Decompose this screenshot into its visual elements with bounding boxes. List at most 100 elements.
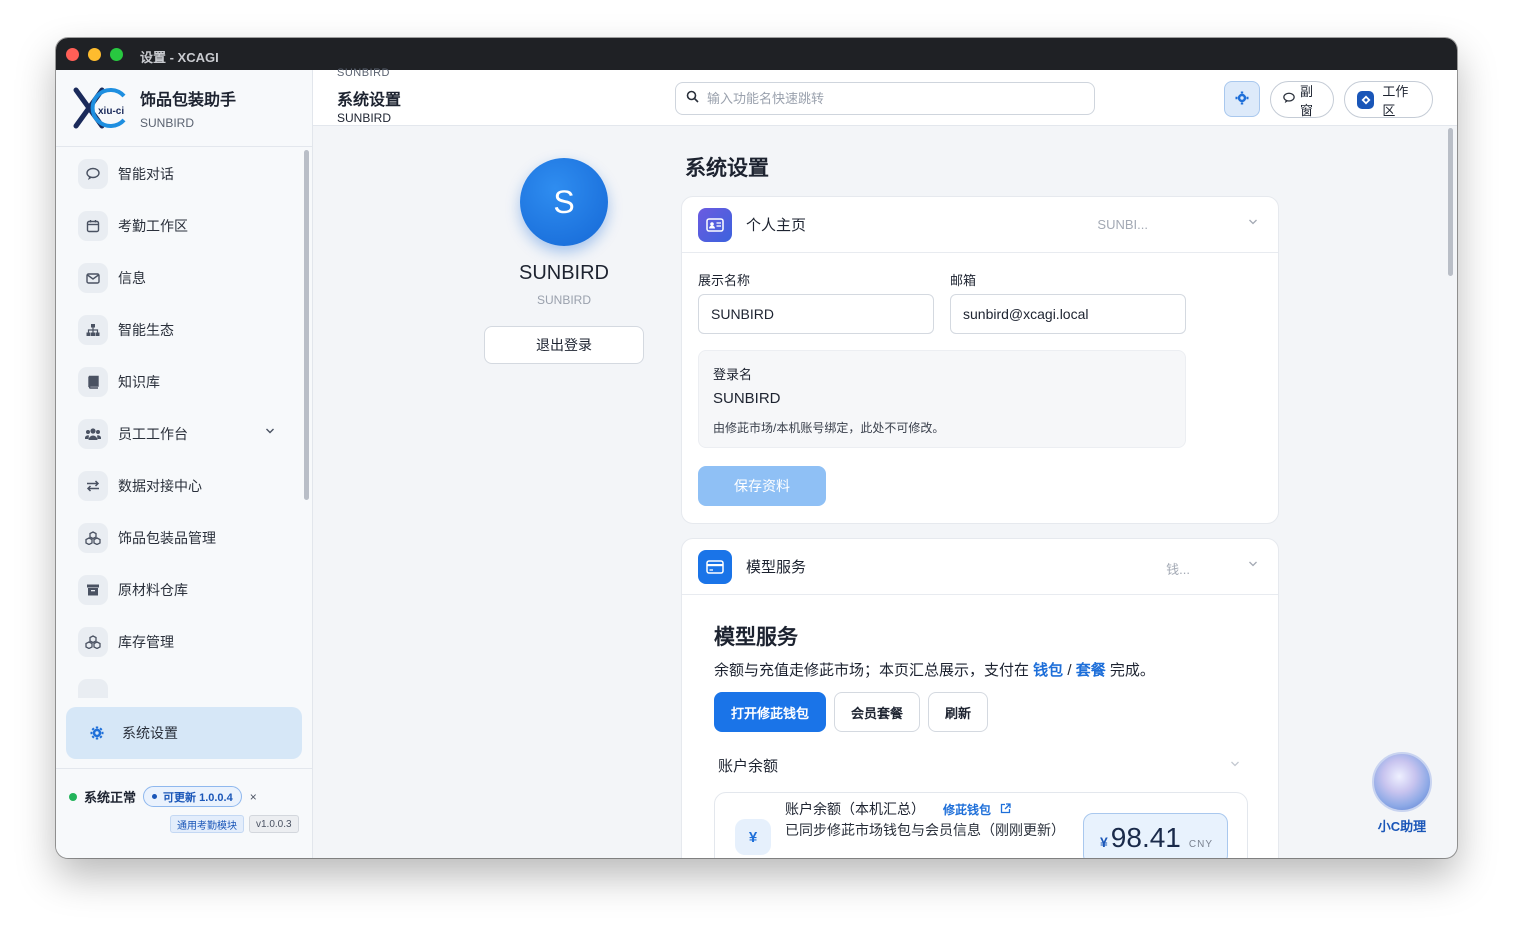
save-profile-button[interactable]: 保存资料 bbox=[698, 466, 826, 506]
model-card-header[interactable]: 模型服务 钱... bbox=[682, 539, 1278, 595]
svg-text:xiu-ci: xiu-ci bbox=[98, 106, 124, 117]
search-input[interactable] bbox=[707, 91, 1087, 106]
credit-card-icon bbox=[698, 549, 732, 584]
display-name-label: 展示名称 bbox=[698, 273, 751, 288]
currency-code: CNY bbox=[1188, 839, 1213, 850]
external-link-icon bbox=[1001, 803, 1012, 814]
sidebar-item-packaging[interactable]: 饰品包装品管理 bbox=[56, 512, 303, 564]
sidebar-item-messages[interactable]: 信息 bbox=[56, 252, 303, 304]
settings-button[interactable] bbox=[1224, 81, 1260, 117]
balance-note: 已同步修茈市场钱包与会员信息（刚刚更新） bbox=[785, 822, 1065, 838]
cubes-icon bbox=[78, 523, 108, 553]
brand-name: 饰品包装助手 bbox=[140, 92, 237, 109]
calendar-icon bbox=[78, 211, 108, 241]
title-bar: 设置 - XCAGI bbox=[56, 38, 1457, 70]
system-status: 系统正常 bbox=[84, 790, 137, 805]
card-title: 个人主页 bbox=[746, 217, 807, 234]
sidebar-scrollbar[interactable] bbox=[303, 148, 309, 698]
model-service-card: 模型服务 钱... 模型服务 余额与充值走修茈市场；本页汇总展示，支付在 钱包 … bbox=[681, 538, 1279, 858]
sidebar-item-inventory[interactable]: 库存管理 bbox=[56, 616, 303, 668]
settings-heading: 系统设置 bbox=[685, 157, 769, 180]
assistant-label[interactable]: 小C助理 bbox=[1362, 816, 1442, 835]
plan-link[interactable]: 套餐 bbox=[1076, 662, 1106, 679]
refresh-button[interactable]: 刷新 bbox=[928, 692, 988, 732]
sidebar-item-staff[interactable]: 员工工作台 bbox=[56, 408, 303, 460]
sidebar-item-label: 员工工作台 bbox=[118, 426, 188, 442]
module-tag: 通用考勤模块 bbox=[170, 815, 244, 833]
zoom-window-button[interactable] bbox=[110, 48, 123, 61]
subwindow-button[interactable]: 副窗 bbox=[1270, 81, 1334, 118]
sidebar-item-partial[interactable] bbox=[56, 668, 303, 698]
yen-icon: ¥ bbox=[735, 819, 771, 855]
breadcrumb: SUNBIRD bbox=[337, 67, 391, 79]
sidebar-item-label: 智能生态 bbox=[118, 322, 174, 338]
sidebar-item-data-hub[interactable]: 数据对接中心 bbox=[56, 460, 303, 512]
balance-amount: 98.41 bbox=[1110, 822, 1181, 853]
users-icon bbox=[78, 419, 108, 449]
currency-symbol: ¥ bbox=[1100, 834, 1108, 850]
display-name-field[interactable] bbox=[698, 294, 934, 334]
brand-sub: SUNBIRD bbox=[140, 116, 195, 130]
content-scrollbar-thumb[interactable] bbox=[1448, 128, 1453, 276]
sidebar-footer: 系统正常 可更新 1.0.0.4 × 通用考勤模块 v1.0.0.3 bbox=[56, 768, 312, 858]
login-name-box: 登录名 SUNBIRD 由修茈市场/本机账号绑定，此处不可修改。 bbox=[698, 350, 1186, 448]
version-tag: v1.0.0.3 bbox=[249, 815, 299, 833]
exchange-icon bbox=[78, 471, 108, 501]
chevron-down-icon[interactable] bbox=[1248, 217, 1258, 229]
sidebar-item-settings[interactable]: 系统设置 bbox=[66, 707, 302, 759]
sidebar-item-label: 考勤工作区 bbox=[118, 218, 188, 234]
card-title: 模型服务 bbox=[746, 559, 807, 576]
gear-icon bbox=[1235, 91, 1249, 108]
sidebar-item-warehouse[interactable]: 原材料仓库 bbox=[56, 564, 303, 616]
top-bar: SUNBIRD 系统设置 SUNBIRD 副窗 bbox=[313, 67, 1457, 126]
close-window-button[interactable] bbox=[66, 48, 79, 61]
search-box[interactable] bbox=[675, 82, 1095, 115]
brand: xiu-ci 饰品包装助手 SUNBIRD bbox=[56, 70, 312, 147]
email-label: 邮箱 bbox=[950, 273, 977, 288]
sidebar-item-chat[interactable]: 智能对话 bbox=[56, 148, 303, 200]
sidebar-item-label: 智能对话 bbox=[118, 166, 174, 182]
update-badge[interactable]: 可更新 1.0.0.4 bbox=[143, 786, 242, 807]
model-service-heading: 模型服务 bbox=[714, 626, 798, 649]
model-service-description: 余额与充值走修茈市场；本页汇总展示，支付在 钱包 / 套餐 完成。 bbox=[714, 662, 1155, 679]
dismiss-update-button[interactable]: × bbox=[250, 790, 257, 804]
sidebar-item-label: 系统设置 bbox=[122, 725, 178, 741]
chevron-down-icon[interactable] bbox=[265, 426, 275, 438]
minimize-window-button[interactable] bbox=[88, 48, 101, 61]
content-area: S SUNBIRD SUNBIRD 退出登录 系统设置 个人主页 SUNBI..… bbox=[313, 126, 1457, 858]
balance-panel: ¥ 账户余额（本机汇总） 修茈钱包 已同步修茈市场钱包与会员信息（刚刚更新） ¥… bbox=[714, 792, 1248, 858]
personal-card-header[interactable]: 个人主页 SUNBI... bbox=[682, 197, 1278, 253]
balance-amount-box: ¥ 98.41 CNY bbox=[1083, 813, 1228, 858]
app-logo: xiu-ci bbox=[72, 86, 130, 130]
email-field[interactable] bbox=[950, 294, 1186, 334]
avatar: S bbox=[520, 158, 608, 246]
gear-icon bbox=[82, 718, 112, 748]
wallet-link[interactable]: 钱包 bbox=[1033, 662, 1063, 679]
sidebar-item-ecosystem[interactable]: 智能生态 bbox=[56, 304, 303, 356]
login-name-value: SUNBIRD bbox=[713, 390, 781, 407]
cubes-icon bbox=[78, 627, 108, 657]
book-icon bbox=[78, 367, 108, 397]
member-plan-button[interactable]: 会员套餐 bbox=[834, 692, 920, 732]
sidebar-item-knowledge[interactable]: 知识库 bbox=[56, 356, 303, 408]
id-card-icon bbox=[698, 207, 732, 242]
sidebar-item-label: 数据对接中心 bbox=[118, 478, 202, 494]
balance-section-title: 账户余额 bbox=[718, 758, 779, 775]
assistant-avatar[interactable] bbox=[1372, 752, 1432, 812]
chevron-down-icon[interactable] bbox=[1248, 559, 1258, 571]
login-name-note: 由修茈市场/本机账号绑定，此处不可修改。 bbox=[713, 421, 945, 435]
wallet-link[interactable]: 修茈钱包 bbox=[943, 801, 1012, 818]
page-title: 系统设置 bbox=[337, 92, 402, 109]
login-name-label: 登录名 bbox=[713, 367, 753, 382]
sidebar-scrollbar-thumb[interactable] bbox=[304, 150, 309, 500]
personal-card: 个人主页 SUNBI... 展示名称 邮箱 登录名 SUNBIRD 由修茈市场/… bbox=[681, 196, 1279, 524]
sidebar-item-attendance[interactable]: 考勤工作区 bbox=[56, 200, 303, 252]
logout-button[interactable]: 退出登录 bbox=[484, 326, 644, 364]
menu-icon bbox=[78, 679, 108, 698]
open-wallet-button[interactable]: 打开修茈钱包 bbox=[714, 692, 826, 732]
workspace-button[interactable]: 工作区 bbox=[1344, 81, 1433, 118]
content-scrollbar[interactable] bbox=[1446, 126, 1454, 858]
chevron-down-icon[interactable] bbox=[1230, 759, 1240, 771]
window-title: 设置 - XCAGI bbox=[140, 50, 219, 65]
sitemap-icon bbox=[78, 315, 108, 345]
